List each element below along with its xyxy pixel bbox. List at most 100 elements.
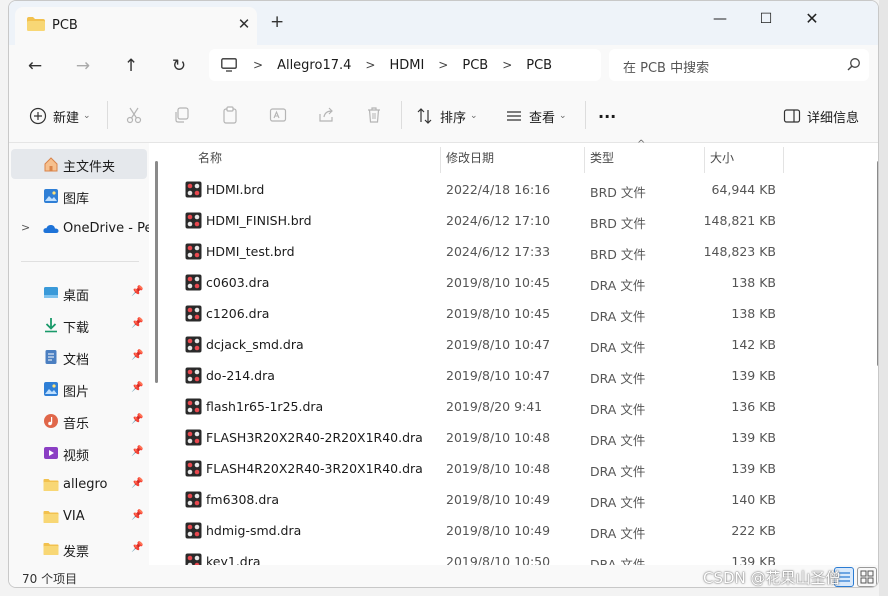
column-divider[interactable] xyxy=(704,147,705,173)
new-tab-button[interactable]: + xyxy=(270,12,284,32)
address-bar[interactable]: > Allegro17.4 > HDMI > PCB > PCB xyxy=(209,49,601,81)
breadcrumb-chevron-icon[interactable]: > xyxy=(502,58,512,72)
pin-icon[interactable]: 📌 xyxy=(131,542,143,553)
sidebar-item-invoices[interactable]: 发票 📌 xyxy=(9,534,149,564)
sidebar-item-music[interactable]: 音乐 📌 xyxy=(9,406,149,436)
search-icon[interactable] xyxy=(847,57,861,71)
details-pane-button[interactable]: 详细信息 xyxy=(783,105,859,127)
column-header-name[interactable]: 名称 xyxy=(198,149,222,173)
tiles-view-button[interactable] xyxy=(857,567,877,587)
table-row[interactable]: do-214.dra 2019/8/10 10:47 DRA 文件 139 KB xyxy=(164,360,864,391)
breadcrumb-chevron-icon[interactable]: > xyxy=(438,58,448,72)
file-size: 136 KB xyxy=(731,399,776,414)
breadcrumb-item[interactable]: PCB xyxy=(462,58,488,73)
share-icon[interactable] xyxy=(317,106,335,124)
rename-icon[interactable] xyxy=(269,106,287,124)
up-button[interactable]: ↑ xyxy=(117,53,145,79)
breadcrumb-item[interactable]: PCB xyxy=(526,58,552,73)
file-name: HDMI_test.brd xyxy=(206,244,295,259)
view-button[interactable]: 查看 ⌄ xyxy=(505,105,567,127)
pin-icon[interactable]: 📌 xyxy=(131,510,143,521)
pin-icon[interactable]: 📌 xyxy=(131,382,143,393)
tab-close-icon[interactable]: ✕ xyxy=(234,15,254,35)
file-date: 2024/6/12 17:33 xyxy=(446,244,551,259)
search-input[interactable]: 在 PCB 中搜索 xyxy=(609,49,869,81)
column-header-date[interactable]: 修改日期 xyxy=(446,149,494,173)
allegro-file-icon xyxy=(185,181,202,198)
table-row[interactable]: HDMI_FINISH.brd 2024/6/12 17:10 BRD 文件 148,… xyxy=(164,205,864,236)
computer-icon[interactable] xyxy=(221,58,237,72)
breadcrumb-chevron-icon[interactable]: > xyxy=(365,58,375,72)
table-row[interactable]: c0603.dra 2019/8/10 10:45 DRA 文件 138 KB xyxy=(164,267,864,298)
column-header-size[interactable]: 大小 xyxy=(710,149,734,173)
more-options-button[interactable]: ··· xyxy=(598,105,616,127)
allegro-file-icon xyxy=(185,553,202,565)
sidebar-item-downloads[interactable]: 下载 📌 xyxy=(9,310,149,340)
file-date: 2019/8/10 10:45 xyxy=(446,306,551,321)
sort-label: 排序 xyxy=(440,110,467,126)
file-explorer-window: PCB ✕ + — ☐ ✕ ← → ↑ ↻ > Allegro17.4 > HD… xyxy=(8,0,879,588)
sidebar-item-documents[interactable]: 文档 📌 xyxy=(9,342,149,372)
allegro-file-icon xyxy=(185,305,202,322)
sidebar-item-desktop[interactable]: 桌面 📌 xyxy=(9,278,149,308)
sort-button[interactable]: 排序 ⌄ xyxy=(416,105,478,127)
table-row[interactable]: FLASH3R20X2R40-2R20X1R40.dra 2019/8/10 10… xyxy=(164,422,864,453)
allegro-file-icon xyxy=(185,274,202,291)
column-divider[interactable] xyxy=(783,147,784,173)
table-row[interactable]: FLASH4R20X2R40-3R20X1R40.dra 2019/8/10 10… xyxy=(164,453,864,484)
pin-icon[interactable]: 📌 xyxy=(131,286,143,297)
chevron-down-icon: ⌄ xyxy=(83,111,91,121)
sidebar-scrollbar[interactable] xyxy=(155,161,158,383)
close-button[interactable]: ✕ xyxy=(789,5,835,33)
pin-icon[interactable]: 📌 xyxy=(131,478,143,489)
pin-icon[interactable]: 📌 xyxy=(131,446,143,457)
file-list-scrollbar[interactable] xyxy=(877,161,878,366)
file-size: 139 KB xyxy=(731,430,776,445)
minimize-button[interactable]: — xyxy=(697,5,743,33)
command-bar: 新建 ⌄ 排序 ⌄ 查看 ⌄ ··· 详细信息 xyxy=(9,87,878,143)
table-row[interactable]: key1.dra 2019/8/10 10:50 DRA 文件 139 KB xyxy=(164,546,864,565)
sidebar-item-videos[interactable]: 视频 📌 xyxy=(9,438,149,468)
file-type: DRA 文件 xyxy=(590,557,646,565)
sidebar-item-allegro[interactable]: allegro 📌 xyxy=(9,470,149,500)
table-row[interactable]: HDMI_test.brd 2024/6/12 17:33 BRD 文件 148,82… xyxy=(164,236,864,267)
column-divider[interactable] xyxy=(440,147,441,173)
sidebar-item-onedrive[interactable]: > OneDrive - Per xyxy=(9,214,149,244)
sidebar-item-gallery[interactable]: 图库 xyxy=(9,181,149,211)
breadcrumb-chevron-icon[interactable]: > xyxy=(253,58,263,72)
paste-icon[interactable] xyxy=(221,106,239,124)
table-row[interactable]: fm6308.dra 2019/8/10 10:49 DRA 文件 140 KB xyxy=(164,484,864,515)
pin-icon[interactable]: 📌 xyxy=(131,318,143,329)
sidebar-item-label: 发票 xyxy=(63,545,90,560)
maximize-button[interactable]: ☐ xyxy=(743,5,789,33)
breadcrumb-item[interactable]: Allegro17.4 xyxy=(277,58,351,73)
allegro-file-icon xyxy=(185,460,202,477)
refresh-button[interactable]: ↻ xyxy=(165,53,193,79)
table-row[interactable]: hdmig-smd.dra 2019/8/10 10:49 DRA 文件 222 KB xyxy=(164,515,864,546)
expand-chevron-icon[interactable]: > xyxy=(21,221,30,234)
table-row[interactable]: c1206.dra 2019/8/10 10:45 DRA 文件 138 KB xyxy=(164,298,864,329)
file-size: 139 KB xyxy=(731,461,776,476)
pin-icon[interactable]: 📌 xyxy=(131,350,143,361)
file-type: DRA 文件 xyxy=(590,402,646,417)
breadcrumb-item[interactable]: HDMI xyxy=(389,58,424,73)
view-label: 查看 xyxy=(529,110,556,126)
tab-pcb[interactable]: PCB ✕ xyxy=(15,7,257,45)
back-button[interactable]: ← xyxy=(21,53,49,79)
forward-button[interactable]: → xyxy=(69,53,97,79)
video-icon xyxy=(44,447,58,459)
sidebar-item-via[interactable]: VIA 📌 xyxy=(9,502,149,532)
pin-icon[interactable]: 📌 xyxy=(131,414,143,425)
column-header-type[interactable]: 类型 xyxy=(590,149,614,173)
toolbar-divider xyxy=(401,101,402,129)
table-row[interactable]: HDMI.brd 2022/4/18 16:16 BRD 文件 64,944 KB xyxy=(164,174,864,205)
sidebar-item-home[interactable]: 主文件夹 xyxy=(11,149,147,179)
column-divider[interactable] xyxy=(584,147,585,173)
cut-icon[interactable] xyxy=(125,106,143,124)
table-row[interactable]: flash1r65-1r25.dra 2019/8/20 9:41 DRA 文件 13… xyxy=(164,391,864,422)
table-row[interactable]: dcjack_smd.dra 2019/8/10 10:47 DRA 文件 142 K… xyxy=(164,329,864,360)
new-button[interactable]: 新建 ⌄ xyxy=(29,105,91,127)
delete-icon[interactable] xyxy=(365,106,383,124)
copy-icon[interactable] xyxy=(173,106,191,124)
sidebar-item-pictures[interactable]: 图片 📌 xyxy=(9,374,149,404)
